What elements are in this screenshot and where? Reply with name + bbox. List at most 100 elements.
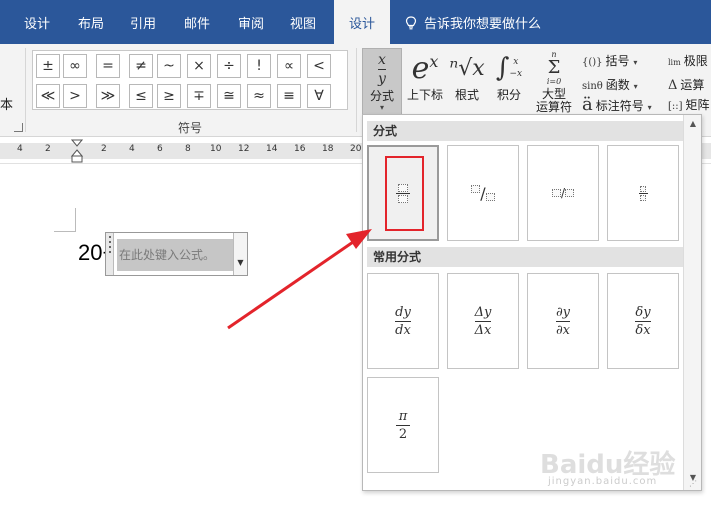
fraction-button[interactable]: x y 分式 ▾ (362, 48, 402, 116)
ruler-number: 4 (17, 144, 23, 154)
script-label: 上下标 (406, 88, 443, 102)
gallery-scrollbar[interactable]: ▲ ▼ (683, 115, 701, 490)
script-button[interactable]: ex 上下标 (404, 48, 446, 116)
ruler-number: 12 (238, 144, 250, 154)
radical-label: 根式 (454, 88, 479, 102)
accent-button[interactable]: ä 标注符号 ▾ (582, 94, 652, 116)
tab-review[interactable]: 审阅 (228, 0, 274, 44)
ruler-number: 8 (185, 144, 191, 154)
integral-button[interactable]: ∫ x −x 积分 (490, 48, 528, 116)
tab-references[interactable]: 引用 (120, 0, 166, 44)
common-fraction-small-delta[interactable]: δy δx (607, 273, 679, 369)
common-fraction-pi-over-2[interactable]: π2 (367, 377, 439, 473)
ruler-number: 2 (45, 144, 51, 154)
radical-icon: ⁿ√x (449, 55, 485, 81)
common-fraction-partial[interactable]: ∂y ∂x (527, 273, 599, 369)
ruler-number: 2 (101, 144, 107, 154)
left-group-label: 本 (0, 98, 14, 113)
symbol-button[interactable]: ~ (157, 54, 181, 78)
ruler-number: 18 (322, 144, 334, 154)
operator-button[interactable]: Δ 运算 (668, 74, 704, 96)
symbol-button[interactable]: < (307, 54, 331, 78)
group-separator (25, 48, 26, 132)
gallery-section-fraction: 分式 (367, 121, 683, 141)
bracket-button[interactable]: {()} 括号 ▾ (582, 50, 637, 72)
tab-mailings[interactable]: 邮件 (174, 0, 220, 44)
matrix-button[interactable]: [::] 矩阵 (668, 94, 710, 116)
symbol-button[interactable]: ≅ (217, 84, 241, 108)
symbol-button[interactable]: ≫ (96, 84, 120, 108)
ruler-number: 14 (266, 144, 278, 154)
tell-me-search[interactable]: 告诉我你想要做什么 (404, 0, 541, 44)
symbol-button[interactable]: ≥ (157, 84, 181, 108)
tab-equation-design[interactable]: 设计 (334, 0, 390, 44)
symbol-button[interactable]: ≤ (129, 84, 153, 108)
equation-container[interactable]: 在此处键入公式。 ▼ (105, 232, 248, 276)
fraction-label: 分式 (369, 89, 394, 103)
lightbulb-icon (405, 16, 417, 30)
function-icon: sinθ (582, 81, 603, 92)
tell-me-text: 告诉我你想要做什么 (424, 17, 542, 32)
page-margin-corner (54, 208, 76, 232)
symbols-group-label: 符号 (177, 121, 202, 135)
ruler-number: 16 (294, 144, 306, 154)
symbol-button[interactable]: ÷ (217, 54, 241, 78)
ruler-number: 20 (350, 144, 362, 154)
summation-icon: n Σ i=0 (546, 50, 562, 86)
accent-icon: ä (582, 94, 593, 115)
integral-label: 积分 (496, 88, 521, 102)
symbol-button[interactable]: × (187, 54, 211, 78)
radical-button[interactable]: ⁿ√x 根式 (448, 48, 486, 116)
tab-view[interactable]: 视图 (280, 0, 326, 44)
watermark-url: jingyan.baidu.com (548, 476, 658, 487)
equation-options-chevron-icon[interactable]: ▼ (233, 233, 247, 275)
small-fraction-icon (638, 185, 648, 201)
annotation-highlight-box (385, 156, 424, 231)
skewed-fraction-icon: / (471, 184, 495, 203)
watermark-logo: Baidu经验 jingyan.baidu.com (540, 444, 710, 494)
symbol-button[interactable]: ≈ (247, 84, 271, 108)
symbol-button[interactable]: = (96, 54, 120, 78)
equation-move-handle[interactable] (106, 233, 114, 275)
skewed-fraction-tile[interactable]: / (447, 145, 519, 241)
chevron-down-icon: ▾ (379, 103, 384, 112)
linear-fraction-tile[interactable]: / (527, 145, 599, 241)
ruler-number: 4 (129, 144, 135, 154)
group-launcher-icon[interactable] (14, 123, 23, 132)
ruler-number: 6 (157, 144, 163, 154)
linear-fraction-icon: / (551, 186, 575, 200)
symbol-button[interactable]: ∝ (277, 54, 301, 78)
scroll-up-icon[interactable]: ▲ (684, 119, 702, 128)
symbol-button[interactable]: ∞ (63, 54, 87, 78)
bracket-icon: {()} (582, 57, 603, 68)
superscript-icon: ex (411, 50, 439, 86)
limit-button[interactable]: lim 极限 (668, 50, 708, 72)
symbol-button[interactable]: ≪ (36, 84, 60, 108)
integral-icon: ∫ x −x (495, 53, 523, 83)
ribbon-tab-bar: 设计 布局 引用 邮件 审阅 视图 设计 告诉我你想要做什么 (0, 0, 711, 44)
fraction-icon: x y (378, 51, 386, 87)
symbol-button[interactable]: ! (247, 54, 271, 78)
group-separator (356, 48, 357, 132)
function-button[interactable]: sinθ 函数 ▾ (582, 74, 638, 96)
delta-icon: Δ (668, 78, 678, 93)
gallery-section-common: 常用分式 (367, 247, 683, 267)
indent-marker-icon[interactable] (71, 139, 83, 163)
symbol-button[interactable]: ∀ (307, 84, 331, 108)
common-fraction-delta[interactable]: Δy Δx (447, 273, 519, 369)
symbol-gallery: ± ∞ = ≠ ~ × ÷ ! ∝ < ≪ > ≫ ≤ ≥ ∓ ≅ ≈ ≡ ∀ … (32, 50, 381, 111)
large-operator-button[interactable]: n Σ i=0 大型 运算符 (530, 48, 578, 116)
small-fraction-tile[interactable] (607, 145, 679, 241)
common-fraction-dydx[interactable]: dy dx (367, 273, 439, 369)
symbol-button[interactable]: ∓ (187, 84, 211, 108)
symbol-button[interactable]: > (63, 84, 87, 108)
ruler-number: 10 (210, 144, 222, 154)
large-operator-label-2: 运算符 (535, 100, 572, 114)
symbol-button[interactable]: ± (36, 54, 60, 78)
tab-layout[interactable]: 布局 (68, 0, 114, 44)
equation-input[interactable]: 在此处键入公式。 (117, 239, 234, 271)
tab-design[interactable]: 设计 (14, 0, 60, 44)
symbol-button[interactable]: ≡ (277, 84, 301, 108)
limit-icon: lim (668, 58, 681, 67)
symbol-button[interactable]: ≠ (129, 54, 153, 78)
